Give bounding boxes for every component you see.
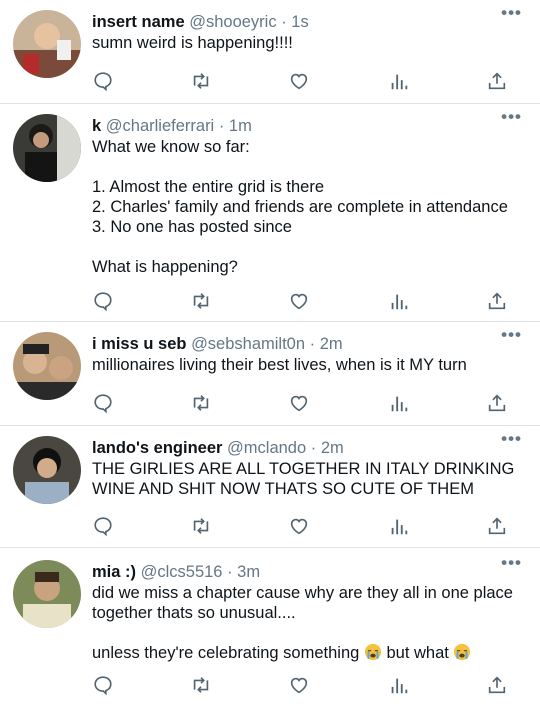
- tweet-header: insert name @shooeyric · 1s: [92, 11, 526, 33]
- analytics-icon[interactable]: [388, 674, 412, 698]
- display-name[interactable]: i miss u seb: [92, 335, 186, 353]
- timestamp[interactable]: 3m: [237, 563, 260, 581]
- analytics-icon[interactable]: [388, 392, 412, 416]
- more-options-icon[interactable]: •••: [501, 4, 522, 21]
- loudly-crying-face-icon: [454, 643, 471, 661]
- tweet-header: mia :) @clcs5516 · 3m: [92, 561, 526, 583]
- tweet-text: What we know so far: 1. Almost the entir…: [92, 137, 526, 277]
- heart-icon[interactable]: [288, 392, 312, 416]
- retweet-icon[interactable]: [190, 392, 214, 416]
- tweet-line: THE GIRLIES ARE ALL TOGETHER IN ITALY DR…: [92, 460, 515, 478]
- action-bar: [0, 674, 540, 698]
- tweet[interactable]: mia :) @clcs5516 · 3m did we miss a chap…: [0, 548, 540, 708]
- analytics-icon[interactable]: [388, 290, 412, 314]
- tweet-text: sumn weird is happening!!!!: [92, 33, 526, 53]
- tweet-header: lando's engineer @mclando · 2m: [92, 437, 526, 459]
- tweet-text: millionaires living their best lives, wh…: [92, 355, 526, 375]
- action-bar: [0, 70, 540, 94]
- tweet-header: k @charlieferrari · 1m: [92, 115, 526, 137]
- user-handle[interactable]: @clcs5516: [141, 563, 223, 581]
- more-options-icon[interactable]: •••: [501, 554, 522, 571]
- share-icon[interactable]: [486, 392, 510, 416]
- tweet-line-part: but what: [386, 644, 449, 662]
- user-handle[interactable]: @charlieferrari: [106, 117, 214, 135]
- reply-icon[interactable]: [92, 290, 116, 314]
- tweet-line-part: unless they're celebrating something: [92, 644, 360, 662]
- heart-icon[interactable]: [288, 674, 312, 698]
- avatar[interactable]: [13, 332, 81, 400]
- share-icon[interactable]: [486, 290, 510, 314]
- separator-dot: ·: [309, 335, 316, 353]
- tweet-line: What is happening?: [92, 258, 238, 276]
- tweet-line: sumn weird is happening!!!!: [92, 34, 293, 52]
- tweet-line: unless they're celebrating something but…: [92, 643, 526, 663]
- display-name[interactable]: k: [92, 117, 101, 135]
- display-name[interactable]: lando's engineer: [92, 439, 222, 457]
- tweet[interactable]: k @charlieferrari · 1m What we know so f…: [0, 104, 540, 322]
- loudly-crying-face-icon: [364, 643, 382, 661]
- timestamp[interactable]: 1m: [229, 117, 252, 135]
- timestamp[interactable]: 1s: [291, 13, 308, 31]
- separator-dot: ·: [310, 439, 317, 457]
- more-options-icon[interactable]: •••: [501, 326, 522, 343]
- separator-dot: ·: [218, 117, 225, 135]
- action-bar: [0, 392, 540, 416]
- action-bar: [0, 290, 540, 314]
- timestamp[interactable]: 2m: [321, 439, 344, 457]
- tweet-text: THE GIRLIES ARE ALL TOGETHER IN ITALY DR…: [92, 459, 526, 499]
- avatar[interactable]: [13, 10, 81, 78]
- analytics-icon[interactable]: [388, 70, 412, 94]
- avatar[interactable]: [13, 436, 81, 504]
- avatar[interactable]: [13, 114, 81, 182]
- reply-icon[interactable]: [92, 392, 116, 416]
- separator-dot: ·: [281, 13, 287, 31]
- tweet-line: 2. Charles' family and friends are compl…: [92, 198, 508, 216]
- avatar[interactable]: [13, 560, 81, 628]
- tweet-line: WINE AND SHIT NOW THATS SO CUTE OF THEM: [92, 480, 474, 498]
- share-icon[interactable]: [486, 515, 510, 539]
- heart-icon[interactable]: [288, 515, 312, 539]
- user-handle[interactable]: @mclando: [227, 439, 306, 457]
- tweet[interactable]: insert name @shooeyric · 1s sumn weird i…: [0, 0, 540, 104]
- display-name[interactable]: insert name: [92, 13, 185, 31]
- action-bar: [0, 515, 540, 539]
- share-icon[interactable]: [486, 70, 510, 94]
- heart-icon[interactable]: [288, 70, 312, 94]
- retweet-icon[interactable]: [190, 70, 214, 94]
- more-options-icon[interactable]: •••: [501, 430, 522, 447]
- retweet-icon[interactable]: [190, 515, 214, 539]
- tweet-header: i miss u seb @sebshamilt0n · 2m: [92, 333, 526, 355]
- reply-icon[interactable]: [92, 70, 116, 94]
- tweet-line: 3. No one has posted since: [92, 218, 292, 236]
- more-options-icon[interactable]: •••: [501, 108, 522, 125]
- tweet-line: did we miss a chapter cause why are they…: [92, 584, 513, 602]
- user-handle[interactable]: @sebshamilt0n: [191, 335, 305, 353]
- reply-icon[interactable]: [92, 515, 116, 539]
- tweet-line: 1. Almost the entire grid is there: [92, 178, 325, 196]
- tweet[interactable]: i miss u seb @sebshamilt0n · 2m milliona…: [0, 322, 540, 426]
- analytics-icon[interactable]: [388, 515, 412, 539]
- separator-dot: ·: [227, 563, 233, 581]
- user-handle[interactable]: @shooeyric: [189, 13, 276, 31]
- tweet-line: together thats so unusual....: [92, 604, 296, 622]
- tweet-line: What we know so far:: [92, 138, 250, 156]
- reply-icon[interactable]: [92, 674, 116, 698]
- heart-icon[interactable]: [288, 290, 312, 314]
- retweet-icon[interactable]: [190, 290, 214, 314]
- timestamp[interactable]: 2m: [320, 335, 343, 353]
- tweet-line: millionaires living their best lives, wh…: [92, 356, 467, 374]
- tweet-text: did we miss a chapter cause why are they…: [92, 583, 526, 663]
- display-name[interactable]: mia :): [92, 563, 136, 581]
- share-icon[interactable]: [486, 674, 510, 698]
- retweet-icon[interactable]: [190, 674, 214, 698]
- tweet[interactable]: lando's engineer @mclando · 2m THE GIRLI…: [0, 426, 540, 548]
